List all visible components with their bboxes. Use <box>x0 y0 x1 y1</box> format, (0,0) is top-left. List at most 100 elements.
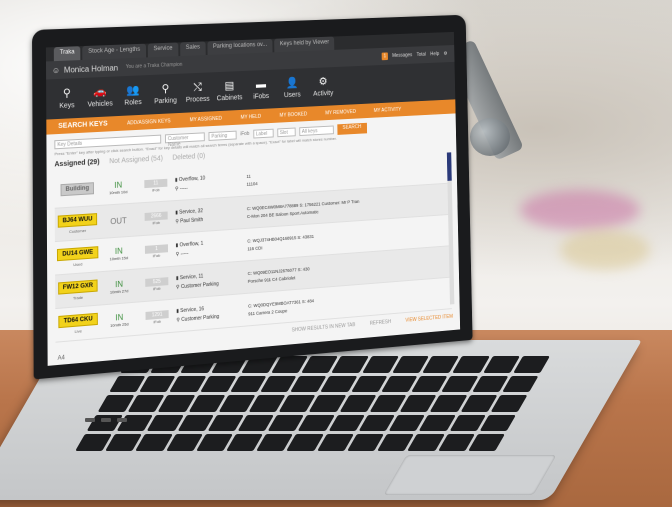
tab-3[interactable]: Sales <box>179 41 206 57</box>
assignment-filters: Assigned (29) Not Assigned (54) Deleted … <box>54 153 205 169</box>
refresh-link[interactable]: REFRESH <box>370 319 392 327</box>
status-cell: IN 10mth 10d <box>100 180 137 196</box>
registration-cell: DU14 GWE Used <box>55 245 100 268</box>
messages-link[interactable]: Messages <box>392 52 412 58</box>
help-link[interactable]: Help <box>430 51 439 57</box>
search-button[interactable]: SEARCH <box>337 122 367 135</box>
location-primary: Service, 32 <box>179 207 203 216</box>
registration-cell: TD64 CKU Live <box>55 312 101 335</box>
toolbar-label: Parking <box>154 97 177 106</box>
fob-cell: 11 iFob <box>137 178 175 193</box>
location-secondary-text: ⚲ ----- <box>175 250 189 258</box>
tab-2[interactable]: Service <box>147 42 179 58</box>
view-selected-link[interactable]: VIEW SELECTED ITEM <box>405 314 453 324</box>
registration-plate: FW12 GXR <box>57 278 98 295</box>
slot-input[interactable]: Slot <box>277 127 296 137</box>
toolbar-item-activity[interactable]: ⚙ Activity <box>307 67 338 107</box>
lamp-head <box>470 118 510 156</box>
registration-plate: TD64 CKU <box>58 312 98 328</box>
car-icon: 🚗 <box>93 85 107 99</box>
messages-badge: 1 <box>381 52 388 61</box>
location-cell: ▮ Service, 16 ⚲ Customer Parking <box>176 302 248 323</box>
toolbar-item-process[interactable]: ⤭ Process <box>181 72 213 113</box>
action-tab-3[interactable]: MY HELD <box>241 113 262 120</box>
user-icon: 👤 <box>285 77 299 90</box>
toolbar-item-ifobs[interactable]: ▬ iFobs <box>245 70 277 110</box>
keys-list: Building IN 10mth 10d 11 iFob ▮ Overflow… <box>54 152 452 343</box>
show-new-tab-link[interactable]: SHOW RESULTS IN NEW TAB <box>292 322 356 333</box>
action-tab-1[interactable]: ADD/ASSIGN KEYS <box>127 118 171 126</box>
settings-icon[interactable]: ⚙ <box>443 51 447 57</box>
filter-assigned[interactable]: Assigned (29) <box>54 159 99 169</box>
toolbar-item-cabinets[interactable]: ▤ Cabinets <box>213 71 245 111</box>
location-secondary: ----- <box>179 184 188 192</box>
vehicle-cell: C: WQ0DQYE9MBOAT7361 S: 484 911 Carrera … <box>248 287 452 316</box>
location-secondary-text: ⚲ Paul Smith <box>175 216 204 225</box>
filter-not-assigned[interactable]: Not Assigned (54) <box>109 155 163 165</box>
background-blur <box>520 190 640 230</box>
fob-label: iFob <box>152 186 160 193</box>
toolbar-label: Users <box>283 91 301 100</box>
parking-input[interactable]: Parking <box>208 130 237 141</box>
location-cell: ▮ Overflow, 10 ⚲ ----- <box>175 173 247 192</box>
registration-cell: Building <box>55 182 100 199</box>
user-name[interactable]: Monica Holman <box>64 63 118 74</box>
toolbar-label: Cabinets <box>216 94 243 103</box>
location-cell: ▮ Service, 11 ⚲ Customer Parking <box>176 270 248 290</box>
total-link[interactable]: Total <box>417 52 426 58</box>
stock-type: Live <box>74 327 82 334</box>
user-icon: ☺ <box>51 65 61 75</box>
activity-icon: ⚙ <box>318 75 328 88</box>
toolbar-label: Vehicles <box>87 100 113 109</box>
shuffle-icon: ⤭ <box>193 81 202 94</box>
age-text: 10mth 10d <box>109 189 128 196</box>
age-text: 10mth 27d <box>109 288 129 295</box>
toolbar-item-users[interactable]: 👤 Users <box>276 68 308 108</box>
tab-0[interactable]: Traka <box>53 46 81 62</box>
toolbar-item-vehicles[interactable]: 🚗 Vehicles <box>83 76 116 117</box>
key-icon: ⚲ <box>62 87 71 100</box>
toolbar-item-roles[interactable]: 👥 Roles <box>116 75 149 116</box>
page-indicator: A4 <box>57 355 65 362</box>
age-text: 10mth 15d <box>109 255 129 262</box>
label-input[interactable]: Label <box>253 128 274 139</box>
keyboard <box>75 356 550 451</box>
scrollbar-thumb[interactable] <box>446 152 452 181</box>
registration-plate: DU14 GWE <box>57 245 99 261</box>
location-cell: ▮ Service, 32 ⚲ Paul Smith <box>175 205 247 225</box>
fob-label: iFob <box>152 219 160 225</box>
vehicle-cell: 11 11104 <box>246 161 449 186</box>
status-cell: IN 10mth 25d <box>101 312 138 329</box>
ifob-label: iFob <box>240 130 250 138</box>
location-secondary: Customer Parking <box>181 313 220 323</box>
action-tab-4[interactable]: MY BOOKED <box>279 111 307 118</box>
location-secondary-text: ⚲ ----- <box>174 184 188 192</box>
keys-select[interactable]: All keys <box>298 125 334 136</box>
trackpad <box>383 455 557 495</box>
action-tab-0[interactable]: SEARCH KEYS <box>58 121 108 130</box>
location-secondary: Paul Smith <box>180 216 204 225</box>
status-badge: OUT <box>110 215 127 226</box>
vehicle-cell: C: WQ0EC4W0M8A778889 S: 1756221 Customer… <box>247 193 450 218</box>
location-primary: Overflow, 1 <box>179 240 204 248</box>
status-cell: IN 10mth 27d <box>101 278 138 295</box>
laptop-ports <box>85 418 127 422</box>
registration-cell: FW12 GXR Trade <box>55 278 100 302</box>
location-cell: ▮ Overflow, 1 ⚲ ----- <box>176 237 248 257</box>
fob-icon: ▬ <box>255 78 267 91</box>
fob-cell: 1 iFob <box>137 243 176 259</box>
toolbar-item-keys[interactable]: ⚲ Keys <box>50 78 84 120</box>
customer-name-input[interactable]: Customer Name <box>164 131 205 148</box>
toolbar-item-parking[interactable]: ⚲ Parking <box>149 74 182 115</box>
action-tab-5[interactable]: MY REMOVED <box>325 109 356 116</box>
action-tab-2[interactable]: MY ASSIGNED <box>190 115 222 123</box>
location-primary: Service, 16 <box>180 305 205 314</box>
location-primary: Overflow, 10 <box>178 175 206 183</box>
toolbar-label: iFobs <box>253 93 270 101</box>
registration-plate: Building <box>60 182 94 197</box>
age-text: 10mth 25d <box>110 321 129 328</box>
fob-label: iFob <box>153 285 161 291</box>
pin-icon: ⚲ <box>161 82 170 96</box>
filter-deleted[interactable]: Deleted (0) <box>172 153 205 162</box>
action-tab-6[interactable]: MY ACTIVITY <box>374 106 402 113</box>
